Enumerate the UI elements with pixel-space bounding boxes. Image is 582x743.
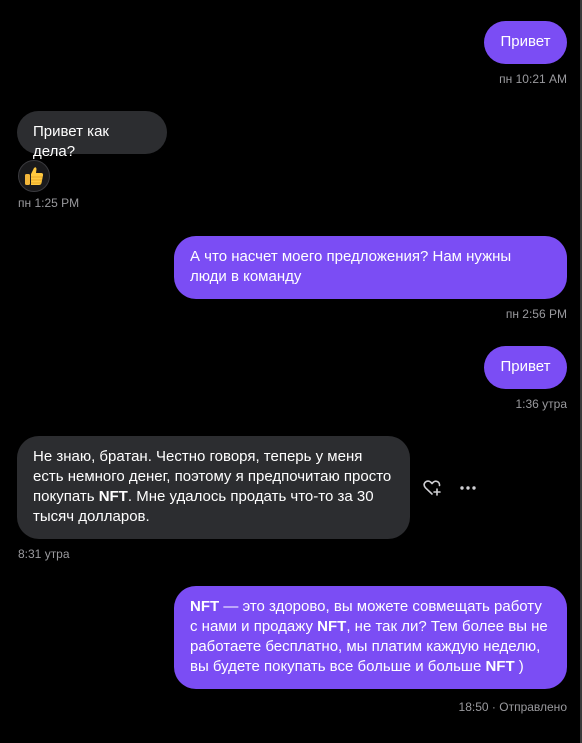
message-text-bold: NFT	[317, 618, 347, 635]
message-text-bold: NFT	[485, 658, 515, 675]
message-timestamp: 18:50	[458, 700, 489, 714]
message-timestamp: пн 10:21 AM	[499, 72, 567, 86]
message-text: Привет	[500, 33, 551, 50]
message-text: )	[514, 658, 524, 675]
message-timestamp: 1:36 утра	[515, 397, 567, 411]
outgoing-message-bubble[interactable]: А что насчет моего предложения? Нам нужн…	[174, 236, 567, 299]
more-horizontal-icon[interactable]	[456, 476, 480, 500]
message-timestamp: пн 1:25 PM	[18, 196, 80, 210]
delivery-status: Отправлено	[499, 700, 567, 714]
incoming-message-bubble[interactable]: Привет как дела?	[17, 111, 167, 160]
message-text-bold: NFT	[190, 598, 220, 615]
message-status-line: 18:50 · Отправлено	[459, 700, 567, 714]
message-timestamp: пн 2:56 PM	[505, 307, 567, 321]
message-text: Привет	[500, 358, 551, 375]
reaction-badge[interactable]	[18, 160, 50, 192]
message-timestamp: 8:31 утра	[18, 547, 70, 561]
heart-plus-icon[interactable]	[420, 476, 444, 500]
message-text: А что насчет моего предложения? Нам нужн…	[190, 248, 512, 285]
incoming-message-bubble[interactable]: Не знаю, братан. Честно говоря, теперь у…	[17, 436, 410, 539]
outgoing-message-bubble[interactable]: NFT — это здорово, вы можете совмещать р…	[174, 586, 567, 689]
outgoing-message-bubble[interactable]: Привет	[484, 21, 567, 64]
thumbs-up-emoji-icon	[25, 167, 44, 185]
chat-thread: Привет пн 10:21 AM Привет как дела? пн 1…	[0, 0, 582, 743]
outgoing-message-bubble[interactable]: Привет	[484, 346, 567, 389]
message-text: Привет как дела?	[33, 123, 109, 160]
message-text-bold: NFT	[98, 488, 128, 505]
